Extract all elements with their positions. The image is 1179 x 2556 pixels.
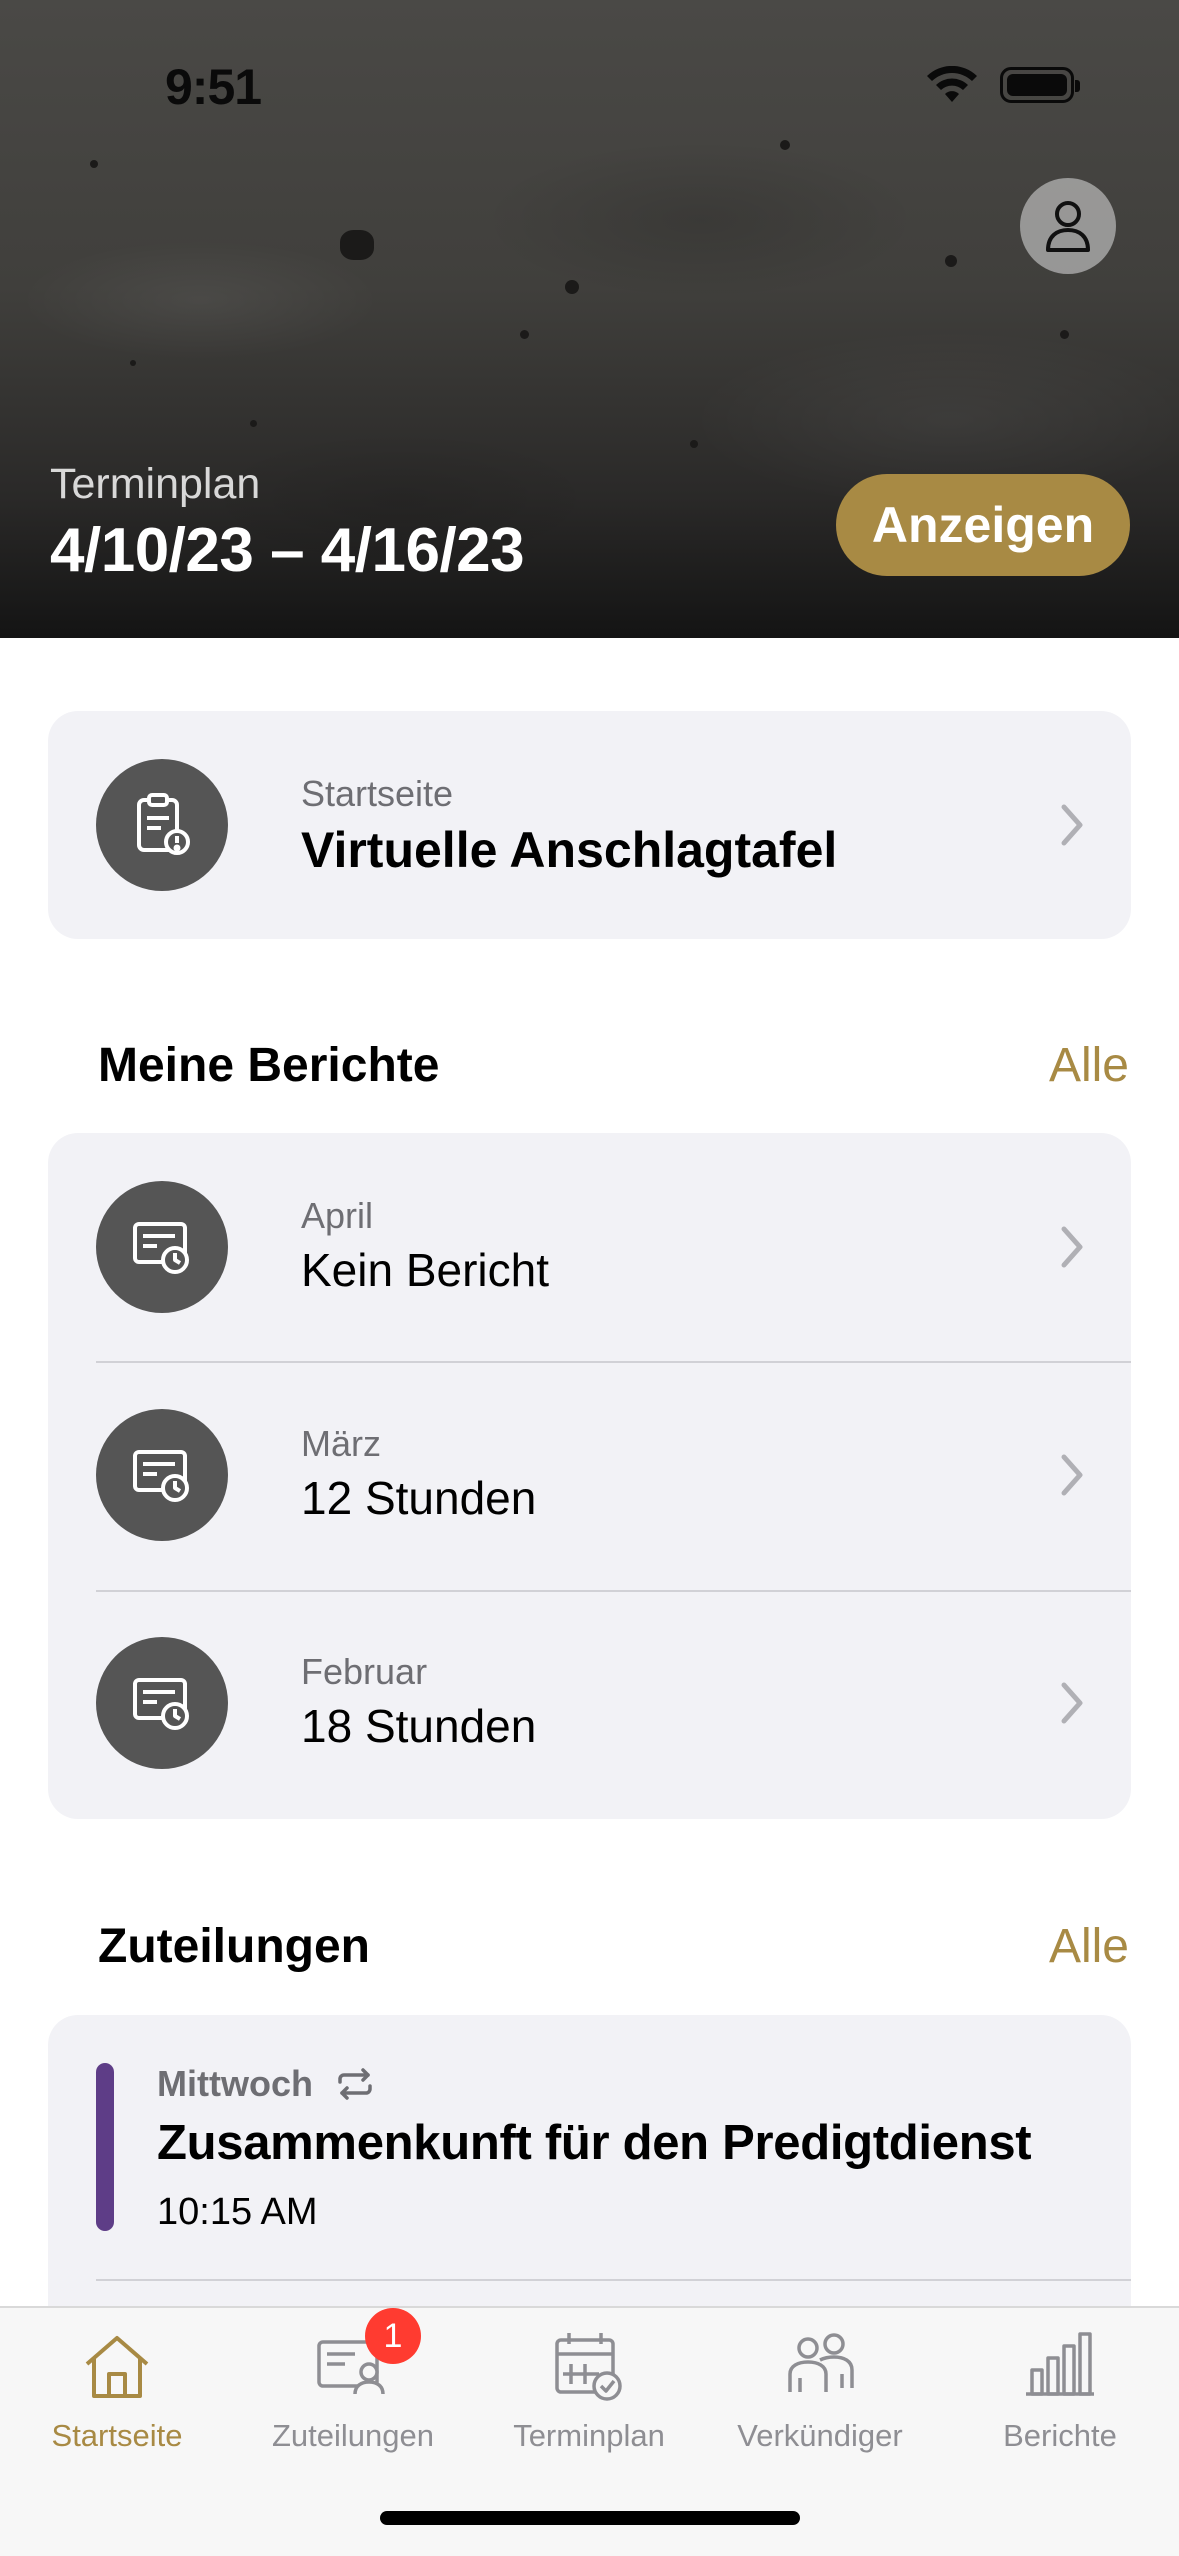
assignment-time: 10:15 AM [157, 2191, 318, 2233]
tab-berichte[interactable]: Berichte [950, 2328, 1170, 2454]
reports-all-link[interactable]: Alle [1049, 1038, 1129, 1093]
status-icons [926, 66, 1080, 104]
people-icon [788, 2333, 854, 2392]
tab-verkuendiger[interactable]: Verkündiger [710, 2328, 930, 2454]
report-clock-icon [96, 1181, 228, 1313]
chevron-right-icon [1061, 804, 1083, 846]
reports-card: April Kein Bericht März 12 Stunden Febru… [48, 1133, 1131, 1819]
tab-label: Zuteilungen [271, 2418, 434, 2453]
tab-label: Verkündiger [737, 2418, 903, 2453]
reports-section-title: Meine Berichte [98, 1039, 440, 1092]
report-value: 18 Stunden [301, 1700, 537, 1752]
profile-button[interactable] [1020, 178, 1116, 274]
repeat-icon [338, 2068, 372, 2100]
bulletin-board-card[interactable]: Startseite Virtuelle Anschlagtafel [48, 711, 1131, 939]
wifi-icon [927, 66, 977, 102]
status-time: 9:51 [165, 59, 262, 115]
chevron-right-icon [1061, 1454, 1083, 1496]
assignments-all-link[interactable]: Alle [1049, 1919, 1129, 1974]
schedule-date-range: 4/10/23 – 4/16/23 [50, 516, 525, 585]
tab-zuteilungen[interactable]: 1 Zuteilungen [243, 2308, 463, 2454]
house-icon [85, 2336, 149, 2398]
bulletin-subtitle: Startseite [301, 773, 454, 814]
assignments-section-title: Zuteilungen [98, 1920, 370, 1973]
home-indicator[interactable] [380, 2511, 800, 2525]
report-row[interactable]: März 12 Stunden [48, 1361, 1131, 1589]
report-value: 12 Stunden [301, 1472, 537, 1524]
chevron-right-icon [1061, 1682, 1083, 1724]
tab-startseite[interactable]: Startseite [7, 2328, 227, 2454]
assignment-title: Zusammenkunft für den Predigtdienst [157, 2116, 1032, 2170]
tab-label: Berichte [1003, 2418, 1117, 2453]
notification-badge: 1 [365, 2308, 421, 2364]
bar-chart-icon [1026, 2332, 1094, 2396]
report-value: Kein Bericht [301, 1244, 550, 1296]
person-icon [1046, 201, 1090, 252]
divider [96, 2279, 1131, 2281]
assignment-color-bar [96, 2063, 114, 2231]
assignment-day: Mittwoch [157, 2063, 313, 2104]
tab-label: Terminplan [513, 2418, 665, 2453]
report-month: Februar [301, 1651, 428, 1692]
schedule-label: Terminplan [50, 460, 261, 508]
clipboard-alert-icon [96, 759, 228, 891]
report-row[interactable]: April Kein Bericht [48, 1133, 1131, 1361]
report-clock-icon [96, 1409, 228, 1541]
tab-label: Startseite [51, 2418, 183, 2453]
schedule-hero: 9:51 Terminplan 4/10/23 – 4/16/23 Anzeig… [0, 0, 1179, 638]
calendar-check-icon [555, 2333, 622, 2401]
assignment-day-row: Mittwoch [157, 2063, 375, 2105]
chevron-right-icon [1061, 1226, 1083, 1268]
report-month: März [301, 1423, 381, 1464]
schedule-caption: Terminplan 4/10/23 – 4/16/23 [50, 460, 525, 586]
assignment-item[interactable]: Mittwoch Zusammenkunft für den Predigtdi… [48, 2015, 1131, 2280]
report-row[interactable]: Februar 18 Stunden [48, 1589, 1131, 1817]
tab-terminplan[interactable]: Terminplan [479, 2328, 699, 2454]
show-schedule-button[interactable]: Anzeigen [836, 474, 1130, 576]
battery-icon [1000, 67, 1080, 103]
report-clock-icon [96, 1637, 228, 1769]
bulletin-title: Virtuelle Anschlagtafel [301, 822, 838, 878]
report-month: April [301, 1195, 374, 1236]
